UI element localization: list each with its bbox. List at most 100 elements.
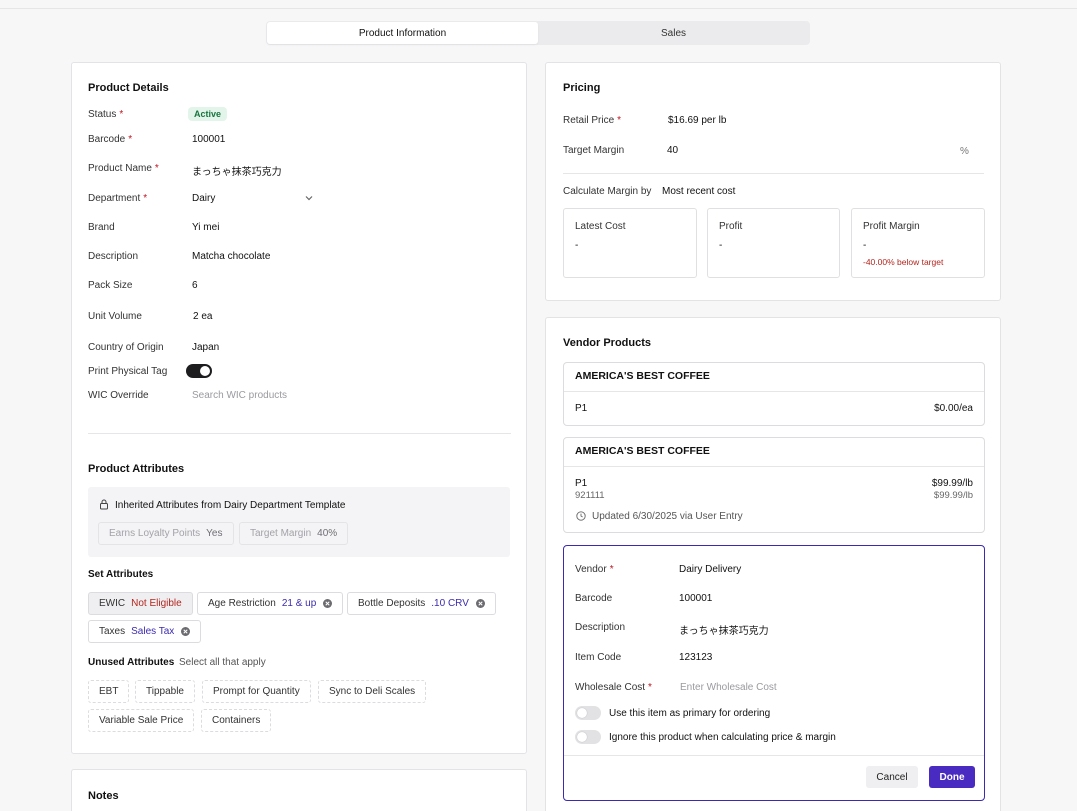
pricing-card: Pricing Retail Price * $16.69 per lb Targ… — [545, 62, 1001, 301]
unit-volume-label: Unit Volume — [88, 311, 142, 322]
tab-sales[interactable]: Sales — [538, 22, 809, 44]
inherited-chip-loyalty: Earns Loyalty Points Yes — [98, 522, 234, 545]
vendor-products-title: Vendor Products — [563, 337, 652, 349]
vendor-name: AMERICA'S BEST COFFEE — [575, 370, 710, 382]
profit-label: Profit — [719, 221, 743, 232]
vendor-name: AMERICA'S BEST COFFEE — [575, 445, 710, 457]
primary-ordering-label: Use this item as primary for ordering — [609, 708, 771, 719]
status-badge: Active — [188, 107, 228, 121]
form-description-field[interactable]: まっちゃ抹茶巧克力 — [679, 622, 769, 637]
profit-margin-value: - — [863, 240, 867, 251]
product-name-field[interactable]: まっちゃ抹茶巧克力 — [192, 163, 282, 178]
latest-cost-value: - — [575, 240, 579, 251]
calculate-margin-label: Calculate Margin by — [563, 186, 652, 197]
vendor-item-updated: Updated 6/30/2025 via User Entry — [592, 511, 743, 522]
ignore-price-label: Ignore this product when calculating pri… — [609, 732, 836, 743]
unused-chip-tippable[interactable]: Tippable — [135, 680, 195, 703]
chevron-down-icon[interactable] — [304, 193, 314, 203]
inherited-chip-target-margin: Target Margin 40% — [239, 522, 349, 545]
country-of-origin-label: Country of Origin — [88, 342, 164, 353]
vendor-product-item[interactable]: AMERICA'S BEST COFFEE P1 921111 $99.99/l… — [563, 437, 985, 533]
pricing-title: Pricing — [563, 82, 601, 94]
vendor-item-price: $0.00/ea — [934, 403, 973, 414]
unused-chip-sync-to-deli-scales[interactable]: Sync to Deli Scales — [318, 680, 427, 703]
target-margin-input[interactable]: 40 — [667, 145, 678, 156]
barcode-field[interactable]: 100001 — [192, 134, 225, 145]
vendor-product-item[interactable]: AMERICA'S BEST COFFEE P1 $0.00/ea — [563, 362, 985, 426]
country-of-origin-field[interactable]: Japan — [192, 342, 219, 353]
target-margin-label: Target Margin — [563, 145, 625, 156]
product-attributes-title: Product Attributes — [88, 463, 185, 475]
attribute-chip-ewic[interactable]: EWIC Not Eligible — [88, 592, 193, 615]
print-physical-tag-label: Print Physical Tag — [88, 366, 168, 377]
vendor-item-sub-code: 921111 — [575, 490, 605, 501]
calculate-margin-select[interactable]: Most recent cost — [662, 186, 735, 197]
wic-search-input[interactable]: Search WIC products — [192, 390, 287, 401]
pricing-divider — [563, 173, 984, 174]
profit-value: - — [719, 240, 723, 251]
tab-product-information[interactable]: Product Information — [267, 22, 538, 44]
retail-price-field[interactable]: $16.69 per lb — [668, 115, 726, 126]
vendor-item-price-secondary: $99.99/lb — [933, 490, 973, 501]
profit-card: Profit - — [707, 208, 840, 278]
vendor-products-card: Vendor Products AMERICA'S BEST COFFEE P1… — [545, 317, 1001, 811]
department-label: Department * — [88, 193, 148, 204]
wic-override-label: WIC Override — [88, 390, 149, 401]
form-description-label: Description — [575, 622, 626, 633]
vendor-item-code: P1 — [575, 403, 588, 414]
remove-icon[interactable] — [181, 627, 191, 636]
retail-price-label: Retail Price * — [563, 115, 622, 126]
vendor-item-separator — [564, 391, 984, 392]
top-divider — [0, 8, 1077, 9]
product-name-label: Product Name * — [88, 163, 159, 174]
brand-field[interactable]: Yi mei — [192, 222, 219, 233]
department-select[interactable]: Dairy — [192, 193, 215, 204]
inherited-attributes-title: Inherited Attributes from Dairy Departme… — [115, 500, 346, 511]
section-divider — [88, 433, 511, 434]
remove-icon[interactable] — [475, 599, 485, 608]
vendor-edit-form: Vendor * Dairy Delivery Barcode 100001 De… — [563, 545, 985, 801]
pack-size-label: Pack Size — [88, 280, 133, 291]
pack-size-field[interactable]: 6 — [192, 280, 198, 291]
vendor-item-separator — [564, 466, 984, 467]
product-details-title: Product Details — [88, 82, 169, 94]
inherited-attributes-panel: Inherited Attributes from Dairy Departme… — [88, 487, 510, 557]
unused-attributes-title: Unused Attributes — [88, 657, 175, 668]
percent-unit: % — [960, 146, 969, 157]
item-code-label: Item Code — [575, 652, 622, 663]
latest-cost-card: Latest Cost - — [563, 208, 697, 278]
form-barcode-label: Barcode — [575, 593, 613, 604]
description-label: Description — [88, 251, 139, 262]
remove-icon[interactable] — [323, 599, 333, 608]
attribute-chip-taxes[interactable]: Taxes Sales Tax — [88, 620, 202, 643]
vendor-select[interactable]: Dairy Delivery — [679, 564, 741, 575]
unused-chip-ebt[interactable]: EBT — [88, 680, 130, 703]
attribute-chip-age-restriction[interactable]: Age Restriction 21 & up — [197, 592, 344, 615]
vendor-item-price: $99.99/lb — [931, 478, 973, 489]
ignore-price-toggle[interactable] — [575, 730, 601, 744]
attribute-chip-bottle-deposits[interactable]: Bottle Deposits .10 CRV — [347, 592, 496, 615]
form-barcode-field[interactable]: 100001 — [679, 593, 712, 604]
set-attributes-title: Set Attributes — [88, 569, 154, 580]
unused-chip-variable-sale-price[interactable]: Variable Sale Price — [88, 709, 195, 732]
unused-chip-prompt-for-quantity[interactable]: Prompt for Quantity — [202, 680, 311, 703]
unit-volume-field[interactable]: 2 ea — [193, 311, 212, 322]
notes-card: Notes — [71, 769, 527, 811]
clock-icon — [576, 511, 586, 521]
unused-chip-containers[interactable]: Containers — [201, 709, 272, 732]
cancel-button[interactable]: Cancel — [866, 766, 918, 788]
wholesale-cost-input[interactable]: Enter Wholesale Cost — [680, 682, 777, 693]
form-footer-divider — [564, 755, 984, 756]
print-physical-tag-toggle[interactable] — [186, 364, 212, 378]
primary-ordering-toggle[interactable] — [575, 706, 601, 720]
description-field[interactable]: Matcha chocolate — [192, 251, 270, 262]
wholesale-cost-label: Wholesale Cost * — [575, 682, 652, 693]
done-button[interactable]: Done — [929, 766, 975, 788]
profit-margin-note: -40.00% below target — [863, 257, 944, 267]
brand-label: Brand — [88, 222, 115, 233]
profit-margin-card: Profit Margin - -40.00% below target — [851, 208, 985, 278]
status-label: Status * — [88, 109, 124, 120]
vendor-item-code: P1 — [575, 478, 588, 489]
item-code-field[interactable]: 123123 — [679, 652, 712, 663]
notes-title: Notes — [88, 790, 119, 802]
